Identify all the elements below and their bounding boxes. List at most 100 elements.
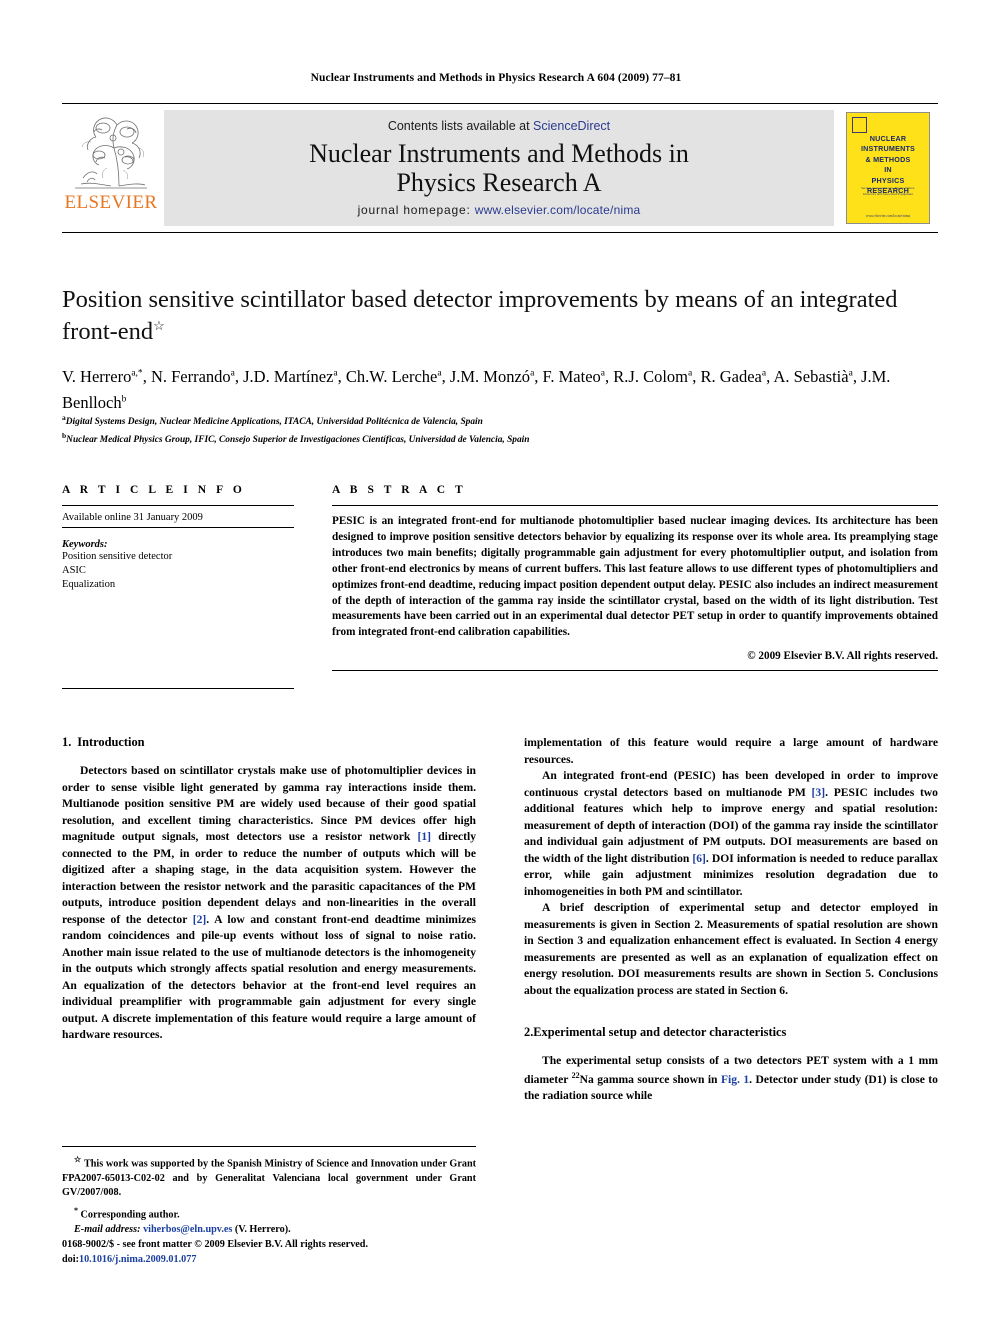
section-heading-introduction: 1. Introduction: [62, 735, 476, 750]
intro-p1-part-b: directly connected to the PM, in order t…: [62, 830, 476, 926]
section-title-1: Introduction: [77, 735, 145, 749]
elsevier-logo: ELSEVIER: [62, 104, 160, 232]
title-footnote-star-icon[interactable]: ☆: [153, 318, 165, 333]
article-info-rule-bottom: [62, 687, 294, 689]
cover-title-line-4: IN: [884, 165, 892, 175]
journal-homepage-link[interactable]: www.elsevier.com/locate/nima: [475, 203, 641, 217]
intro-paragraph-3: A brief description of experimental setu…: [524, 901, 938, 997]
abstract-copyright: © 2009 Elsevier B.V. All rights reserved…: [747, 650, 938, 663]
available-online-line: Available online 31 January 2009: [62, 506, 294, 528]
intro-paragraph-2: An integrated front-end (PESIC) has been…: [524, 768, 938, 900]
citation-ref-6[interactable]: [6]: [692, 852, 706, 865]
citation-ref-3[interactable]: [3]: [812, 786, 826, 799]
footnote-corresponding-text: Corresponding author.: [80, 1209, 180, 1221]
intro-paragraph-1: Detectors based on scintillator crystals…: [62, 763, 476, 1044]
cover-publisher-mark: [852, 117, 867, 133]
isotope-mass-number: 22: [571, 1070, 580, 1080]
affiliation-a: aDigital Systems Design, Nuclear Medicin…: [62, 412, 938, 430]
body-column-right: implementation of this feature would req…: [524, 735, 938, 1105]
author-sebastia-affil-mark: a: [848, 368, 853, 379]
affiliation-b-text: Nuclear Medical Physics Group, IFIC, Con…: [66, 435, 530, 446]
author-monzo[interactable]: J.M. Monzóa: [450, 367, 534, 386]
author-lerche-affil-mark: a: [437, 368, 442, 379]
keyword-item-3: Equalization: [62, 579, 116, 591]
affiliation-b: bNuclear Medical Physics Group, IFIC, Co…: [62, 430, 938, 448]
author-martinez-affil-mark: a: [333, 368, 338, 379]
author-gadea-affil-mark: a: [761, 368, 767, 379]
footnote-asterisk-icon: *: [74, 1206, 78, 1216]
citation-ref-1[interactable]: [1]: [418, 830, 432, 843]
homepage-label: journal homepage:: [357, 203, 471, 217]
elsevier-tree-icon: [69, 108, 153, 192]
email-address-label: E-mail address:: [74, 1223, 141, 1235]
body-columns: 1. Introduction Detectors based on scinti…: [62, 735, 938, 1105]
article-info-heading: A R T I C L E I N F O: [62, 484, 246, 496]
info-abstract-block: A R T I C L E I N F O Available online 3…: [62, 484, 938, 689]
sciencedirect-link[interactable]: ScienceDirect: [533, 119, 610, 133]
footnote-email-line: E-mail address: viherbos@eln.upv.es (V. …: [62, 1223, 476, 1237]
footnote-star-icon: ☆: [74, 1155, 82, 1164]
elsevier-wordmark: ELSEVIER: [64, 192, 158, 213]
contents-available-line: Contents lists available at ScienceDirec…: [388, 119, 610, 133]
abstract-text: PESIC is an integrated front-end for mul…: [332, 515, 938, 639]
intro-paragraph-1-continuation: implementation of this feature would req…: [524, 736, 938, 766]
email-address-link[interactable]: viherbos@eln.upv.es: [143, 1224, 232, 1235]
cover-footer-text: www.elsevier.com/locate/nima: [865, 214, 911, 218]
footnote-funding-text: This work was supported by the Spanish M…: [62, 1158, 476, 1198]
email-address-owner: (V. Herrero).: [234, 1223, 291, 1235]
author-benlloch-affil-mark: b: [121, 394, 127, 405]
author-sebastia[interactable]: A. Sebastiàa: [773, 367, 852, 386]
footnote-block: ☆ This work was supported by the Spanish…: [62, 1146, 476, 1237]
keyword-item-2: ASIC: [62, 565, 86, 577]
footnote-corresponding-author: * Corresponding author.: [62, 1205, 476, 1223]
article-title: Position sensitive scintillator based de…: [62, 284, 938, 348]
journal-masthead: ELSEVIER Contents lists available at Sci…: [62, 103, 938, 233]
abstract-rule-bottom: [332, 670, 938, 672]
paper-page: Nuclear Instruments and Methods in Physi…: [0, 0, 992, 1323]
setup-paragraph-1: The experimental setup consists of a two…: [524, 1053, 938, 1104]
author-ferrando[interactable]: N. Ferrandoa: [151, 367, 235, 386]
journal-title-line-1: Nuclear Instruments and Methods in: [309, 138, 689, 168]
author-list: V. Herreroa,*, N. Ferrandoa, J.D. Martín…: [62, 367, 891, 412]
cover-title-line-3: & METHODS: [865, 154, 911, 164]
journal-title-line-2: Physics Research A: [396, 168, 602, 197]
citation-ref-2[interactable]: [2]: [193, 913, 207, 926]
issn-copyright-line: 0168-9002/$ - see front matter © 2009 El…: [62, 1239, 369, 1250]
abstract-column: A B S T R A C T PESIC is an integrated f…: [332, 484, 938, 689]
intro-p1-part-c: . A low and constant front-end deadtime …: [62, 912, 476, 1042]
section-number-1: 1.: [62, 735, 72, 749]
journal-cover-thumbnail: NUCLEAR INSTRUMENTS & METHODS IN PHYSICS…: [838, 104, 938, 232]
cover-subtitle-line-1: Section A: Accelerators, Spectrometers,: [861, 186, 915, 190]
author-mateo[interactable]: F. Mateoa: [543, 367, 605, 386]
author-monzo-affil-mark: a: [530, 368, 535, 379]
author-ferrando-affil-mark: a: [230, 368, 235, 379]
doi-link[interactable]: 10.1016/j.nima.2009.01.077: [79, 1254, 196, 1265]
cover-title-line-5: PHYSICS: [871, 175, 905, 185]
author-martinez[interactable]: J.D. Martíneza: [243, 367, 338, 386]
cover-subtitle-text: Section A: Accelerators, Spectrometers, …: [853, 186, 923, 198]
author-herrero[interactable]: V. Herreroa,*: [62, 367, 143, 386]
cover-subtitle-line-2: Detectors and Associated Equipment: [863, 191, 913, 196]
section-heading-experimental-setup: 2.Experimental setup and detector charac…: [524, 1025, 938, 1040]
author-colom[interactable]: R.J. Coloma: [613, 367, 692, 386]
section-number-2: 2.: [524, 1025, 534, 1040]
abstract-heading: A B S T R A C T: [332, 484, 467, 496]
keyword-item-1: Position sensitive detector: [62, 551, 173, 562]
setup-p1-part-b: Na gamma source shown in: [579, 1072, 721, 1086]
affiliations: aDigital Systems Design, Nuclear Medicin…: [62, 412, 938, 449]
author-gadea[interactable]: R. Gadeaa: [700, 367, 766, 386]
figure-link-1[interactable]: Fig. 1: [721, 1073, 749, 1086]
body-column-left: 1. Introduction Detectors based on scinti…: [62, 735, 476, 1105]
author-colom-affil-mark: a: [688, 368, 693, 379]
doi-line: doi:10.1016/j.nima.2009.01.077: [62, 1253, 562, 1268]
footer-doi-block: 0168-9002/$ - see front matter © 2009 El…: [62, 1238, 562, 1268]
cover-title-line-1: NUCLEAR: [869, 134, 907, 143]
affiliation-a-text: Digital Systems Design, Nuclear Medicine…: [65, 417, 483, 428]
author-mateo-affil-mark: a: [600, 368, 606, 379]
author-lerche[interactable]: Ch.W. Lerchea: [346, 367, 442, 386]
masthead-center-band: Contents lists available at ScienceDirec…: [164, 110, 834, 226]
contents-prefix-text: Contents lists available at: [387, 119, 530, 133]
journal-homepage-line: journal homepage: www.elsevier.com/locat…: [358, 203, 641, 217]
running-head: Nuclear Instruments and Methods in Physi…: [310, 72, 682, 84]
cover-title-line-2: INSTRUMENTS: [860, 144, 916, 154]
